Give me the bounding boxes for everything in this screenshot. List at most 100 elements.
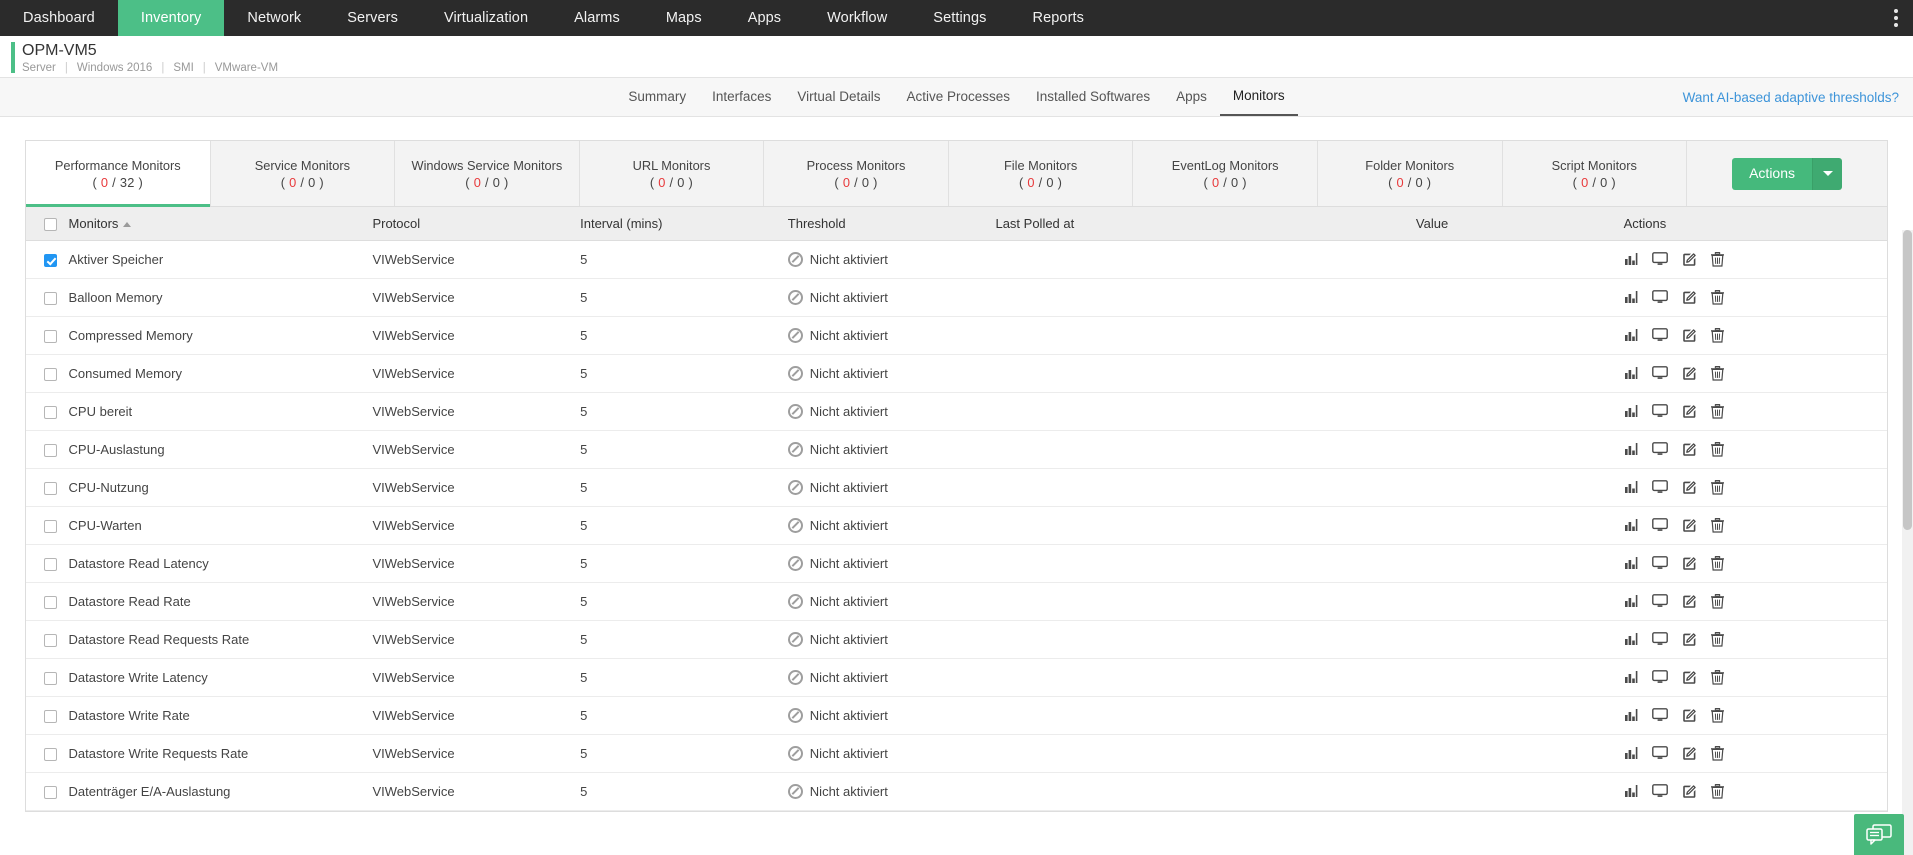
column-header-protocol[interactable]: Protocol — [372, 207, 580, 240]
row-checkbox[interactable] — [44, 672, 57, 685]
monitor-tab-folder-monitors[interactable]: Folder Monitors( 0 / 0 ) — [1318, 141, 1503, 206]
sort-ascending-icon[interactable] — [123, 222, 131, 227]
monitor-icon[interactable] — [1652, 404, 1668, 418]
row-checkbox[interactable] — [44, 520, 57, 533]
tab-interfaces[interactable]: Interfaces — [699, 79, 784, 115]
chart-icon[interactable] — [1624, 594, 1638, 608]
ai-thresholds-link[interactable]: Want AI-based adaptive thresholds? — [1683, 90, 1899, 105]
table-row[interactable]: CPU-NutzungVIWebService5Nicht aktiviert — [26, 468, 1887, 506]
column-header-last-polled[interactable]: Last Polled at — [995, 207, 1415, 240]
delete-icon[interactable] — [1711, 556, 1724, 571]
topnav-item-apps[interactable]: Apps — [725, 0, 804, 36]
row-checkbox[interactable] — [44, 786, 57, 799]
monitor-icon[interactable] — [1652, 784, 1668, 798]
edit-icon[interactable] — [1682, 632, 1697, 647]
tab-installed-softwares[interactable]: Installed Softwares — [1023, 79, 1163, 115]
chart-icon[interactable] — [1624, 442, 1638, 456]
monitor-tab-file-monitors[interactable]: File Monitors( 0 / 0 ) — [949, 141, 1134, 206]
topnav-item-network[interactable]: Network — [224, 0, 324, 36]
topnav-item-virtualization[interactable]: Virtualization — [421, 0, 551, 36]
delete-icon[interactable] — [1711, 784, 1724, 799]
table-row[interactable]: CPU-AuslastungVIWebService5Nicht aktivie… — [26, 430, 1887, 468]
column-header-threshold[interactable]: Threshold — [788, 207, 996, 240]
monitor-tab-url-monitors[interactable]: URL Monitors( 0 / 0 ) — [580, 141, 765, 206]
chart-icon[interactable] — [1624, 518, 1638, 532]
topnav-item-dashboard[interactable]: Dashboard — [0, 0, 118, 36]
topnav-item-alarms[interactable]: Alarms — [551, 0, 643, 36]
column-header-monitors[interactable]: Monitors — [69, 207, 373, 240]
delete-icon[interactable] — [1711, 442, 1724, 457]
monitor-icon[interactable] — [1652, 480, 1668, 494]
column-header-interval[interactable]: Interval (mins) — [580, 207, 788, 240]
topnav-item-workflow[interactable]: Workflow — [804, 0, 910, 36]
tab-virtual-details[interactable]: Virtual Details — [784, 79, 893, 115]
row-checkbox[interactable] — [44, 406, 57, 419]
row-checkbox[interactable] — [44, 444, 57, 457]
table-row[interactable]: Datastore Read Requests RateVIWebService… — [26, 620, 1887, 658]
monitor-tab-windows-service-monitors[interactable]: Windows Service Monitors( 0 / 0 ) — [395, 141, 580, 206]
delete-icon[interactable] — [1711, 670, 1724, 685]
monitor-icon[interactable] — [1652, 442, 1668, 456]
monitor-tab-service-monitors[interactable]: Service Monitors( 0 / 0 ) — [211, 141, 396, 206]
select-all-checkbox[interactable] — [44, 218, 57, 231]
chart-icon[interactable] — [1624, 404, 1638, 418]
table-row[interactable]: Compressed MemoryVIWebService5Nicht akti… — [26, 316, 1887, 354]
monitor-icon[interactable] — [1652, 594, 1668, 608]
chart-icon[interactable] — [1624, 670, 1638, 684]
monitor-icon[interactable] — [1652, 518, 1668, 532]
page-scrollbar[interactable] — [1902, 230, 1913, 855]
monitor-icon[interactable] — [1652, 708, 1668, 722]
chart-icon[interactable] — [1624, 632, 1638, 646]
chart-icon[interactable] — [1624, 252, 1638, 266]
table-row[interactable]: CPU-WartenVIWebService5Nicht aktiviert — [26, 506, 1887, 544]
delete-icon[interactable] — [1711, 746, 1724, 761]
row-checkbox[interactable] — [44, 368, 57, 381]
chart-icon[interactable] — [1624, 708, 1638, 722]
monitor-icon[interactable] — [1652, 632, 1668, 646]
tab-apps[interactable]: Apps — [1163, 79, 1220, 115]
delete-icon[interactable] — [1711, 404, 1724, 419]
tab-monitors[interactable]: Monitors — [1220, 78, 1298, 116]
monitor-icon[interactable] — [1652, 366, 1668, 380]
delete-icon[interactable] — [1711, 480, 1724, 495]
chart-icon[interactable] — [1624, 746, 1638, 760]
topnav-item-settings[interactable]: Settings — [910, 0, 1009, 36]
table-row[interactable]: Datastore Write RateVIWebService5Nicht a… — [26, 696, 1887, 734]
topnav-item-inventory[interactable]: Inventory — [118, 0, 225, 36]
chat-support-button[interactable] — [1854, 814, 1904, 855]
row-checkbox[interactable] — [44, 558, 57, 571]
topnav-item-maps[interactable]: Maps — [643, 0, 725, 36]
delete-icon[interactable] — [1711, 708, 1724, 723]
chart-icon[interactable] — [1624, 290, 1638, 304]
table-row[interactable]: Datastore Read LatencyVIWebService5Nicht… — [26, 544, 1887, 582]
edit-icon[interactable] — [1682, 366, 1697, 381]
tab-active-processes[interactable]: Active Processes — [893, 79, 1023, 115]
chart-icon[interactable] — [1624, 480, 1638, 494]
row-checkbox[interactable] — [44, 292, 57, 305]
monitor-icon[interactable] — [1652, 746, 1668, 760]
topnav-item-reports[interactable]: Reports — [1010, 0, 1107, 36]
table-row[interactable]: Datastore Read RateVIWebService5Nicht ak… — [26, 582, 1887, 620]
column-header-value[interactable]: Value — [1416, 207, 1624, 240]
chart-icon[interactable] — [1624, 556, 1638, 570]
row-checkbox[interactable] — [44, 634, 57, 647]
delete-icon[interactable] — [1711, 594, 1724, 609]
table-row[interactable]: Datastore Write LatencyVIWebService5Nich… — [26, 658, 1887, 696]
tab-summary[interactable]: Summary — [615, 79, 699, 115]
monitor-icon[interactable] — [1652, 290, 1668, 304]
monitor-icon[interactable] — [1652, 328, 1668, 342]
edit-icon[interactable] — [1682, 404, 1697, 419]
table-row[interactable]: Aktiver SpeicherVIWebService5Nicht aktiv… — [26, 240, 1887, 278]
table-row[interactable]: Balloon MemoryVIWebService5Nicht aktivie… — [26, 278, 1887, 316]
kebab-menu-icon[interactable] — [1879, 0, 1913, 36]
actions-button[interactable]: Actions — [1732, 158, 1842, 190]
edit-icon[interactable] — [1682, 480, 1697, 495]
edit-icon[interactable] — [1682, 328, 1697, 343]
delete-icon[interactable] — [1711, 632, 1724, 647]
monitor-icon[interactable] — [1652, 556, 1668, 570]
row-checkbox[interactable] — [44, 710, 57, 723]
row-checkbox[interactable] — [44, 254, 57, 267]
edit-icon[interactable] — [1682, 290, 1697, 305]
table-row[interactable]: Consumed MemoryVIWebService5Nicht aktivi… — [26, 354, 1887, 392]
edit-icon[interactable] — [1682, 708, 1697, 723]
